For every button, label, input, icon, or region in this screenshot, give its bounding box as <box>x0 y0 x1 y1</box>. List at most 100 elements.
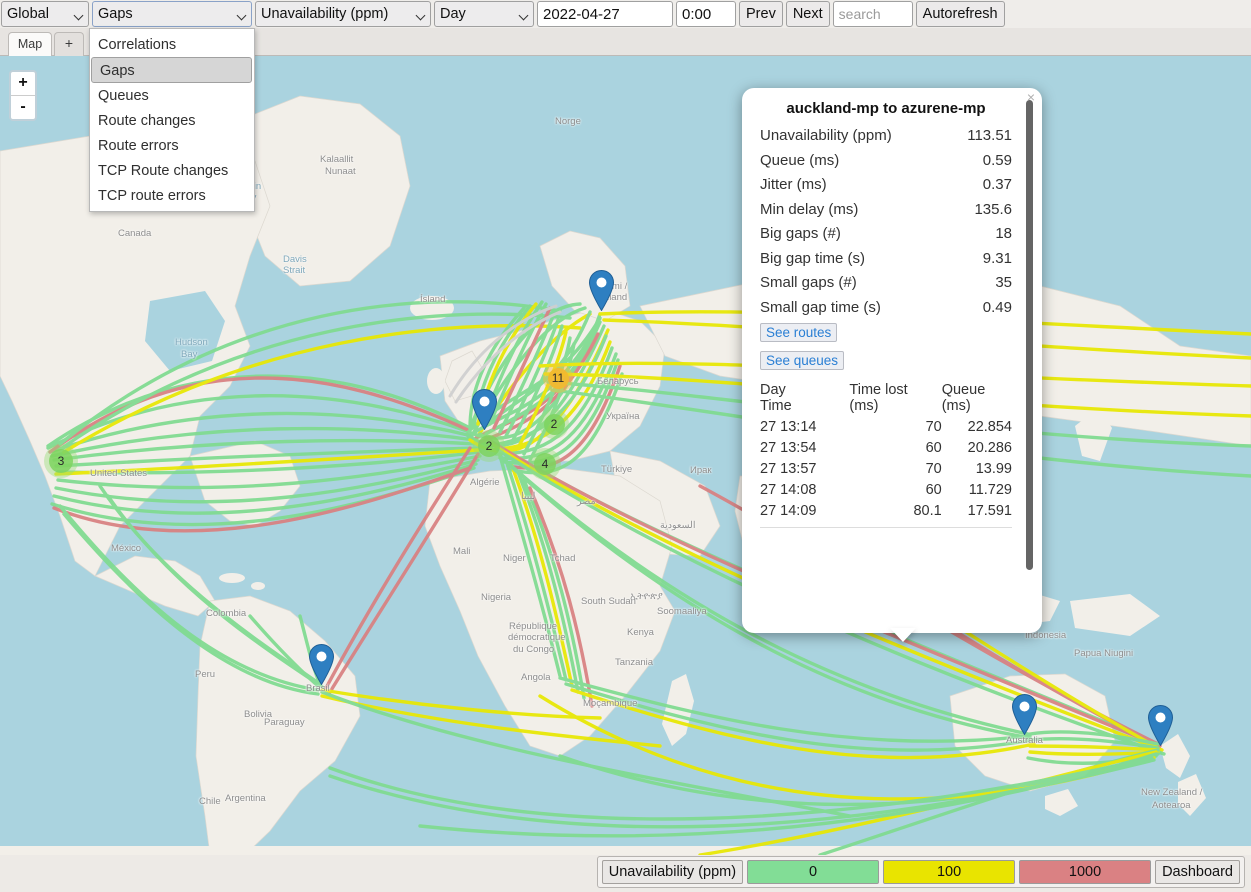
cell-daytime: 27 13:54 <box>760 437 849 458</box>
pin-icon <box>1012 694 1037 735</box>
pin-icon <box>589 270 614 311</box>
view-menu-item[interactable]: Route changes <box>90 108 254 133</box>
map-cluster-marker[interactable]: 2 <box>539 409 569 439</box>
legend-stops: 01001000 <box>747 860 1151 884</box>
map-pin-marker[interactable] <box>1012 694 1037 735</box>
view-menu-item[interactable]: TCP Route changes <box>90 158 254 183</box>
prev-button[interactable]: Prev <box>739 1 783 27</box>
cell-timelost: 70 <box>849 458 941 479</box>
metric-row: Small gaps (#) 35 <box>760 274 1012 291</box>
table-row: 27 14:086011.729 <box>760 479 1012 500</box>
see-routes-button[interactable]: See routes <box>760 323 837 342</box>
time-input[interactable] <box>676 1 736 27</box>
metric-row: Big gaps (#)18 <box>760 225 1012 242</box>
map-pin-marker[interactable] <box>1148 705 1173 746</box>
metric-value: 0.59 <box>983 152 1012 169</box>
map-pin-marker[interactable] <box>472 389 497 430</box>
cell-queue: 20.286 <box>942 437 1012 458</box>
map-pin-marker[interactable] <box>589 270 614 311</box>
map-zoom-controls: + - <box>9 70 37 121</box>
metric-select[interactable]: Unavailability (ppm) <box>255 1 431 27</box>
metric-row: Queue (ms) 0.59 <box>760 152 1012 169</box>
metric-label: Queue (ms) <box>760 152 839 169</box>
metric-label: Min delay (ms) <box>760 201 858 218</box>
search-input[interactable] <box>833 1 913 27</box>
table-row: 27 13:577013.99 <box>760 458 1012 479</box>
view-select-wrap: Gaps <box>91 1 254 27</box>
date-input[interactable] <box>537 1 673 27</box>
tab-map[interactable]: Map <box>8 32 52 56</box>
view-menu-item[interactable]: Queues <box>90 83 254 108</box>
col-header-queue-l1: Queue <box>942 382 986 398</box>
cell-timelost: 80.1 <box>849 500 941 521</box>
zoom-in-button[interactable]: + <box>11 72 35 96</box>
pin-icon <box>309 644 334 685</box>
view-menu-item[interactable]: Gaps <box>91 57 252 83</box>
legend-bar: Unavailability (ppm) 01001000 Dashboard <box>597 856 1245 888</box>
popup-pointer <box>890 628 916 642</box>
dashboard-button[interactable]: Dashboard <box>1155 860 1240 884</box>
map-cluster-count: 11 <box>548 368 569 389</box>
metric-value: 18 <box>995 225 1012 242</box>
col-header-daytime-l2: Time <box>760 398 792 414</box>
metric-row: Small gap time (s) 0.49 <box>760 299 1012 316</box>
col-header-timelost-l2: (ms) <box>849 398 878 414</box>
cell-daytime: 27 14:08 <box>760 479 849 500</box>
link-detail-popup: × auckland-mp to azurene-mp Unavailabili… <box>742 88 1042 633</box>
metric-label: Small gaps (#) <box>760 274 857 291</box>
autorefresh-button[interactable]: Autorefresh <box>916 1 1005 27</box>
popup-content: auckland-mp to azurene-mp Unavailability… <box>742 88 1042 633</box>
metric-value: 113.51 <box>967 127 1012 144</box>
map-pin-marker[interactable] <box>309 644 334 685</box>
view-menu-item[interactable]: TCP route errors <box>90 183 254 208</box>
see-queues-button[interactable]: See queues <box>760 351 844 370</box>
cell-daytime: 27 13:14 <box>760 416 849 437</box>
gaps-table-body: 27 13:147022.85427 13:546020.28627 13:57… <box>760 416 1012 521</box>
tab-add-button[interactable]: + <box>54 32 84 56</box>
map-cluster-marker[interactable]: 4 <box>529 448 561 480</box>
zoom-out-button[interactable]: - <box>11 96 35 119</box>
col-header-queue: Queue (ms) <box>942 382 1012 416</box>
gaps-table-head: Day Time Time lost (ms) Queue (ms) <box>760 382 1012 416</box>
popup-close-icon[interactable]: × <box>1027 90 1035 104</box>
map-cluster-count: 2 <box>544 414 565 435</box>
map-cluster-marker[interactable]: 3 <box>44 444 78 478</box>
metric-row: Min delay (ms)135.6 <box>760 201 1012 218</box>
pin-icon <box>472 389 497 430</box>
metric-row: Jitter (ms)0.37 <box>760 176 1012 193</box>
view-dropdown-menu[interactable]: CorrelationsGapsQueuesRoute changesRoute… <box>89 28 255 212</box>
map-cluster-marker[interactable]: 11 <box>543 363 573 393</box>
map-cluster-count: 3 <box>49 449 73 473</box>
metric-value: 0.49 <box>983 299 1012 316</box>
col-header-timelost-l1: Time lost <box>849 382 907 398</box>
scope-select-wrap: Global <box>0 1 91 27</box>
footer-bar: Unavailability (ppm) 01001000 Dashboard <box>0 855 1251 892</box>
cell-daytime: 27 14:09 <box>760 500 849 521</box>
legend-swatch[interactable]: 1000 <box>1019 860 1151 884</box>
cell-queue: 11.729 <box>942 479 1012 500</box>
view-menu-item[interactable]: Route errors <box>90 133 254 158</box>
metric-label: Big gap time (s) <box>760 250 865 267</box>
table-row: 27 14:0980.117.591 <box>760 500 1012 521</box>
view-select[interactable]: Gaps <box>92 1 252 27</box>
legend-swatch[interactable]: 100 <box>883 860 1015 884</box>
gaps-table-header-row: Day Time Time lost (ms) Queue (ms) <box>760 382 1012 416</box>
cell-queue: 22.854 <box>942 416 1012 437</box>
next-button[interactable]: Next <box>786 1 830 27</box>
top-toolbar: Global Gaps Unavailability (ppm) Day Pre… <box>0 0 1251 28</box>
period-select[interactable]: Day <box>434 1 534 27</box>
map-cluster-marker[interactable]: 2 <box>473 430 505 462</box>
legend-metric-label[interactable]: Unavailability (ppm) <box>602 860 743 884</box>
app-root: Global Gaps Unavailability (ppm) Day Pre… <box>0 0 1251 892</box>
metric-label: Small gap time (s) <box>760 299 881 316</box>
metric-row: Big gap time (s)9.31 <box>760 250 1012 267</box>
scope-select[interactable]: Global <box>1 1 89 27</box>
popup-divider <box>760 527 1012 528</box>
view-menu-item[interactable]: Correlations <box>90 32 254 57</box>
legend-swatch[interactable]: 0 <box>747 860 879 884</box>
metric-value: 35 <box>995 274 1012 291</box>
cell-queue: 17.591 <box>942 500 1012 521</box>
period-select-wrap: Day <box>433 1 536 27</box>
col-header-daytime: Day Time <box>760 382 849 416</box>
table-row: 27 13:546020.286 <box>760 437 1012 458</box>
